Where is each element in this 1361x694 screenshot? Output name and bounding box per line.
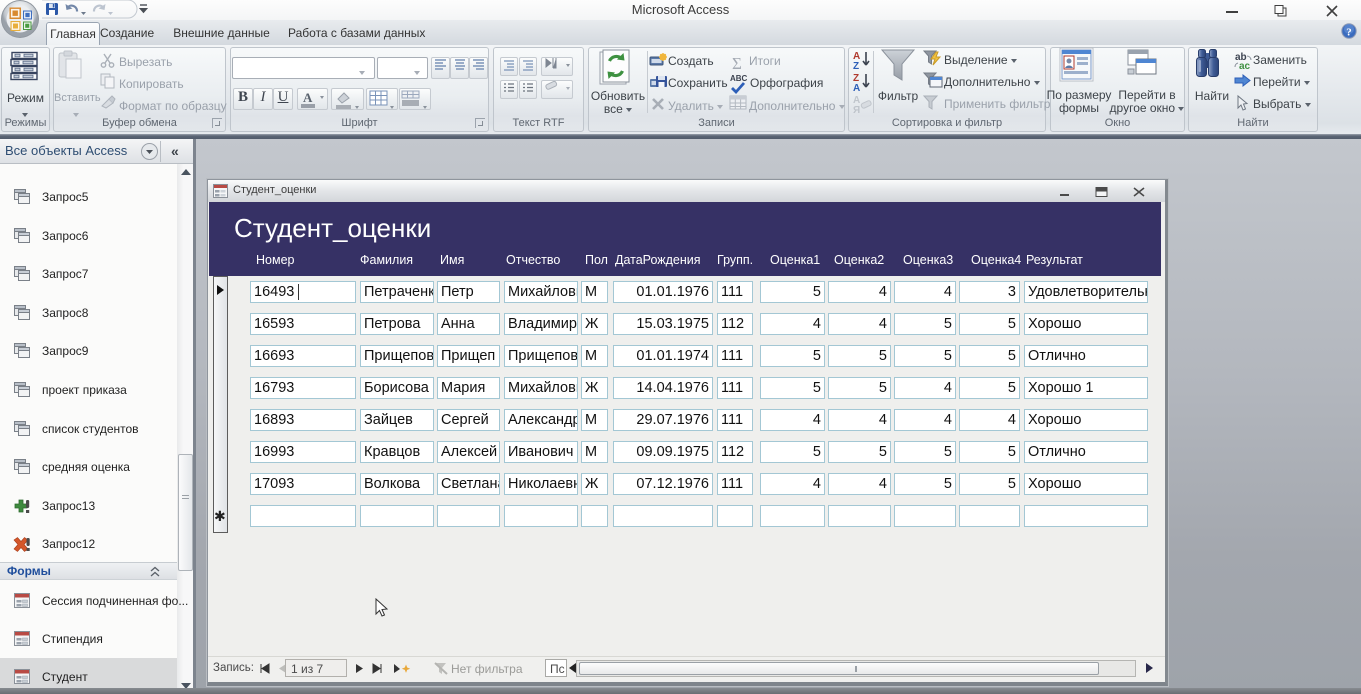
svg-text:A: A [303, 90, 313, 105]
svg-text:ac: ac [1239, 61, 1251, 72]
svg-text:Я: Я [853, 105, 860, 116]
svg-text:Z: Z [853, 61, 859, 72]
svg-text:A: A [853, 83, 860, 94]
svg-text:ABC: ABC [730, 74, 748, 83]
svg-text:?: ? [1346, 27, 1352, 39]
svg-text:Σ: Σ [732, 54, 742, 73]
